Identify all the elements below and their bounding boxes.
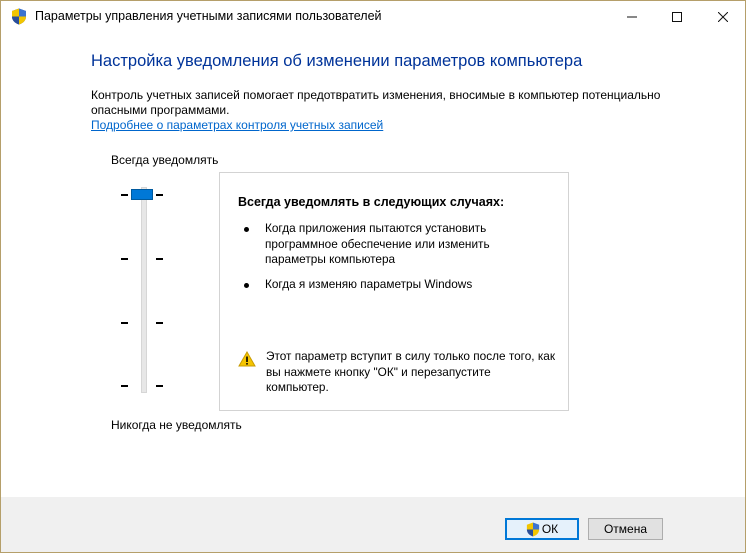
slider-label-bottom: Никогда не уведомлять	[111, 418, 242, 432]
page-heading: Настройка уведомления об изменении парам…	[91, 52, 583, 70]
maximize-button[interactable]	[654, 1, 699, 32]
description-text: Контроль учетных записей помогает предот…	[91, 88, 661, 117]
level-description-box: Всегда уведомлять в следующих случаях: К…	[219, 172, 569, 411]
slider-label-top: Всегда уведомлять	[111, 153, 219, 167]
warning-text: Этот параметр вступит в силу только посл…	[266, 349, 555, 394]
bullet-icon	[244, 227, 249, 232]
minimize-button[interactable]	[609, 1, 654, 32]
warning-icon	[238, 350, 256, 367]
learn-more-link[interactable]: Подробнее о параметрах контроля учетных …	[91, 118, 383, 132]
ok-button[interactable]: ОК	[505, 518, 579, 540]
uac-settings-window: Параметры управления учетными записями п…	[0, 0, 746, 553]
ok-button-label: ОК	[541, 522, 559, 536]
window-title: Параметры управления учетными записями п…	[35, 9, 382, 23]
info-bullet: Когда приложения пытаются установить про…	[265, 221, 490, 266]
slider-tick	[121, 385, 128, 387]
close-icon	[717, 11, 728, 22]
minimize-icon	[626, 16, 637, 17]
info-title: Всегда уведомлять в следующих случаях:	[238, 195, 505, 209]
notification-level-slider[interactable]	[119, 185, 169, 395]
title-bar[interactable]: Параметры управления учетными записями п…	[1, 1, 745, 32]
cancel-button-label: Отмена	[603, 522, 648, 536]
slider-tick	[156, 194, 163, 196]
slider-tick	[121, 194, 128, 196]
close-button[interactable]	[700, 1, 745, 32]
bullet-icon	[244, 283, 249, 288]
slider-thumb[interactable]	[131, 189, 153, 200]
slider-tick	[156, 258, 163, 260]
cancel-button[interactable]: Отмена	[588, 518, 663, 540]
slider-track[interactable]	[141, 187, 147, 393]
button-bar: ОК Отмена	[1, 497, 745, 552]
slider-tick	[156, 385, 163, 387]
uac-shield-icon	[526, 522, 539, 536]
info-bullet: Когда я изменяю параметры Windows	[265, 277, 473, 291]
slider-tick	[121, 322, 128, 324]
uac-shield-icon	[11, 8, 27, 25]
slider-tick	[156, 322, 163, 324]
maximize-icon	[671, 11, 682, 22]
slider-tick	[121, 258, 128, 260]
